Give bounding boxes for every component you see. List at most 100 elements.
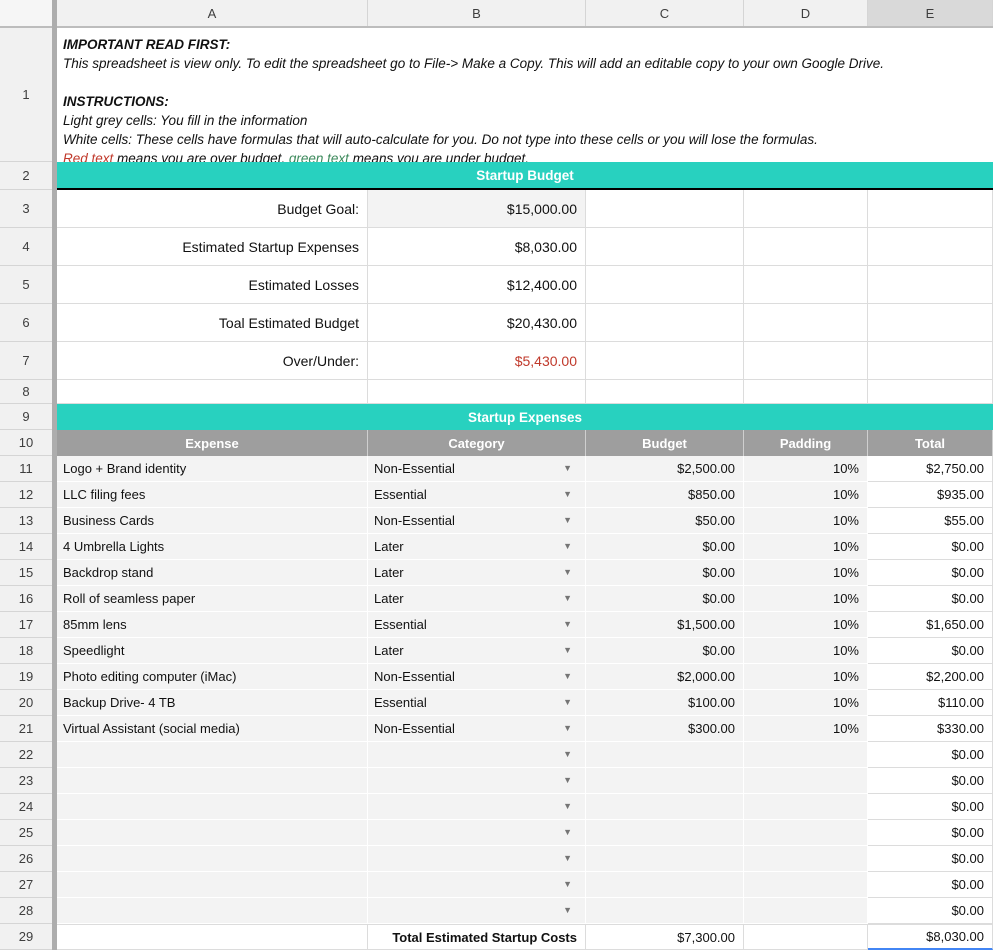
budget-column-header[interactable]: Budget: [586, 430, 744, 456]
empty-cell[interactable]: [744, 380, 868, 404]
budget-cell[interactable]: $0.00: [586, 638, 744, 664]
row-header[interactable]: 4: [0, 228, 52, 266]
padding-cell[interactable]: 10%: [744, 560, 868, 586]
dropdown-arrow-icon[interactable]: ▼: [563, 620, 585, 629]
row-header[interactable]: 5: [0, 266, 52, 304]
dropdown-arrow-icon[interactable]: ▼: [563, 594, 585, 603]
padding-cell[interactable]: [744, 820, 868, 846]
estimated-losses-value-cell[interactable]: $12,400.00: [368, 266, 586, 304]
row-header[interactable]: 16: [0, 586, 52, 612]
estimated-expenses-value-cell[interactable]: $8,030.00: [368, 228, 586, 266]
budget-cell[interactable]: $2,500.00: [586, 456, 744, 482]
row-header[interactable]: 10: [0, 430, 52, 456]
expense-name-cell[interactable]: [57, 846, 368, 872]
empty-cell[interactable]: [744, 266, 868, 304]
dropdown-arrow-icon[interactable]: ▼: [563, 542, 585, 551]
empty-cell[interactable]: [744, 342, 868, 380]
startup-budget-banner[interactable]: Startup Budget: [57, 162, 993, 190]
dropdown-arrow-icon[interactable]: ▼: [563, 464, 585, 473]
row-header[interactable]: 19: [0, 664, 52, 690]
category-cell[interactable]: Essential▼: [368, 612, 586, 638]
budget-cell[interactable]: $100.00: [586, 690, 744, 716]
row-header[interactable]: 7: [0, 342, 52, 380]
expense-name-cell[interactable]: Roll of seamless paper: [57, 586, 368, 612]
empty-cell[interactable]: [868, 190, 993, 228]
total-cell[interactable]: $0.00: [868, 560, 993, 586]
padding-cell[interactable]: 10%: [744, 716, 868, 742]
padding-cell[interactable]: 10%: [744, 690, 868, 716]
category-cell[interactable]: Non-Essential▼: [368, 716, 586, 742]
expense-name-cell[interactable]: Photo editing computer (iMac): [57, 664, 368, 690]
row-header[interactable]: 18: [0, 638, 52, 664]
category-cell[interactable]: ▼: [368, 872, 586, 898]
empty-cell[interactable]: [868, 228, 993, 266]
column-header-b[interactable]: B: [368, 0, 586, 26]
category-cell[interactable]: Later▼: [368, 560, 586, 586]
over-under-label-cell[interactable]: Over/Under:: [57, 342, 368, 380]
expense-column-header[interactable]: Expense: [57, 430, 368, 456]
row-header[interactable]: 21: [0, 716, 52, 742]
category-cell[interactable]: Non-Essential▼: [368, 508, 586, 534]
column-header-e[interactable]: E: [868, 0, 993, 26]
expense-name-cell[interactable]: LLC filing fees: [57, 482, 368, 508]
total-cell[interactable]: $0.00: [868, 898, 993, 924]
estimated-expenses-label-cell[interactable]: Estimated Startup Expenses: [57, 228, 368, 266]
expense-name-cell[interactable]: [57, 898, 368, 924]
row-header[interactable]: 24: [0, 794, 52, 820]
row-header[interactable]: 26: [0, 846, 52, 872]
select-all-corner[interactable]: [0, 0, 52, 28]
budget-cell[interactable]: $0.00: [586, 560, 744, 586]
total-cell[interactable]: $0.00: [868, 534, 993, 560]
category-cell[interactable]: ▼: [368, 820, 586, 846]
grand-total-value-cell[interactable]: $8,030.00: [868, 924, 993, 950]
padding-cell[interactable]: [744, 846, 868, 872]
expense-name-cell[interactable]: Virtual Assistant (social media): [57, 716, 368, 742]
total-cell[interactable]: $0.00: [868, 872, 993, 898]
empty-cell[interactable]: [744, 228, 868, 266]
expense-name-cell[interactable]: [57, 820, 368, 846]
category-cell[interactable]: ▼: [368, 742, 586, 768]
expense-name-cell[interactable]: Speedlight: [57, 638, 368, 664]
empty-cell[interactable]: [868, 342, 993, 380]
empty-cell[interactable]: [57, 924, 368, 950]
expense-name-cell[interactable]: 85mm lens: [57, 612, 368, 638]
budget-goal-label-cell[interactable]: Budget Goal:: [57, 190, 368, 228]
padding-cell[interactable]: 10%: [744, 456, 868, 482]
dropdown-arrow-icon[interactable]: ▼: [563, 490, 585, 499]
category-column-header[interactable]: Category: [368, 430, 586, 456]
total-cell[interactable]: $0.00: [868, 638, 993, 664]
total-cell[interactable]: $0.00: [868, 742, 993, 768]
category-cell[interactable]: Non-Essential▼: [368, 456, 586, 482]
row-header[interactable]: 9: [0, 404, 52, 430]
empty-cell[interactable]: [868, 380, 993, 404]
empty-cell[interactable]: [744, 190, 868, 228]
expense-name-cell[interactable]: Business Cards: [57, 508, 368, 534]
category-cell[interactable]: Non-Essential▼: [368, 664, 586, 690]
empty-cell[interactable]: [586, 190, 744, 228]
budget-cell[interactable]: $50.00: [586, 508, 744, 534]
row-header[interactable]: 25: [0, 820, 52, 846]
padding-cell[interactable]: [744, 768, 868, 794]
padding-cell[interactable]: [744, 872, 868, 898]
category-cell[interactable]: Essential▼: [368, 690, 586, 716]
column-header-d[interactable]: D: [744, 0, 868, 26]
empty-cell[interactable]: [586, 304, 744, 342]
total-cell[interactable]: $55.00: [868, 508, 993, 534]
category-cell[interactable]: ▼: [368, 794, 586, 820]
column-header-c[interactable]: C: [586, 0, 744, 26]
total-cell[interactable]: $1,650.00: [868, 612, 993, 638]
total-cell[interactable]: $2,750.00: [868, 456, 993, 482]
empty-cell[interactable]: [744, 304, 868, 342]
budget-cell[interactable]: [586, 846, 744, 872]
category-cell[interactable]: ▼: [368, 846, 586, 872]
padding-column-header[interactable]: Padding: [744, 430, 868, 456]
dropdown-arrow-icon[interactable]: ▼: [563, 776, 585, 785]
category-cell[interactable]: Later▼: [368, 586, 586, 612]
row-header[interactable]: 11: [0, 456, 52, 482]
dropdown-arrow-icon[interactable]: ▼: [563, 568, 585, 577]
column-header-a[interactable]: A: [57, 0, 368, 26]
row-header[interactable]: 20: [0, 690, 52, 716]
empty-cell[interactable]: [744, 924, 868, 950]
expense-name-cell[interactable]: Backup Drive- 4 TB: [57, 690, 368, 716]
dropdown-arrow-icon[interactable]: ▼: [563, 698, 585, 707]
